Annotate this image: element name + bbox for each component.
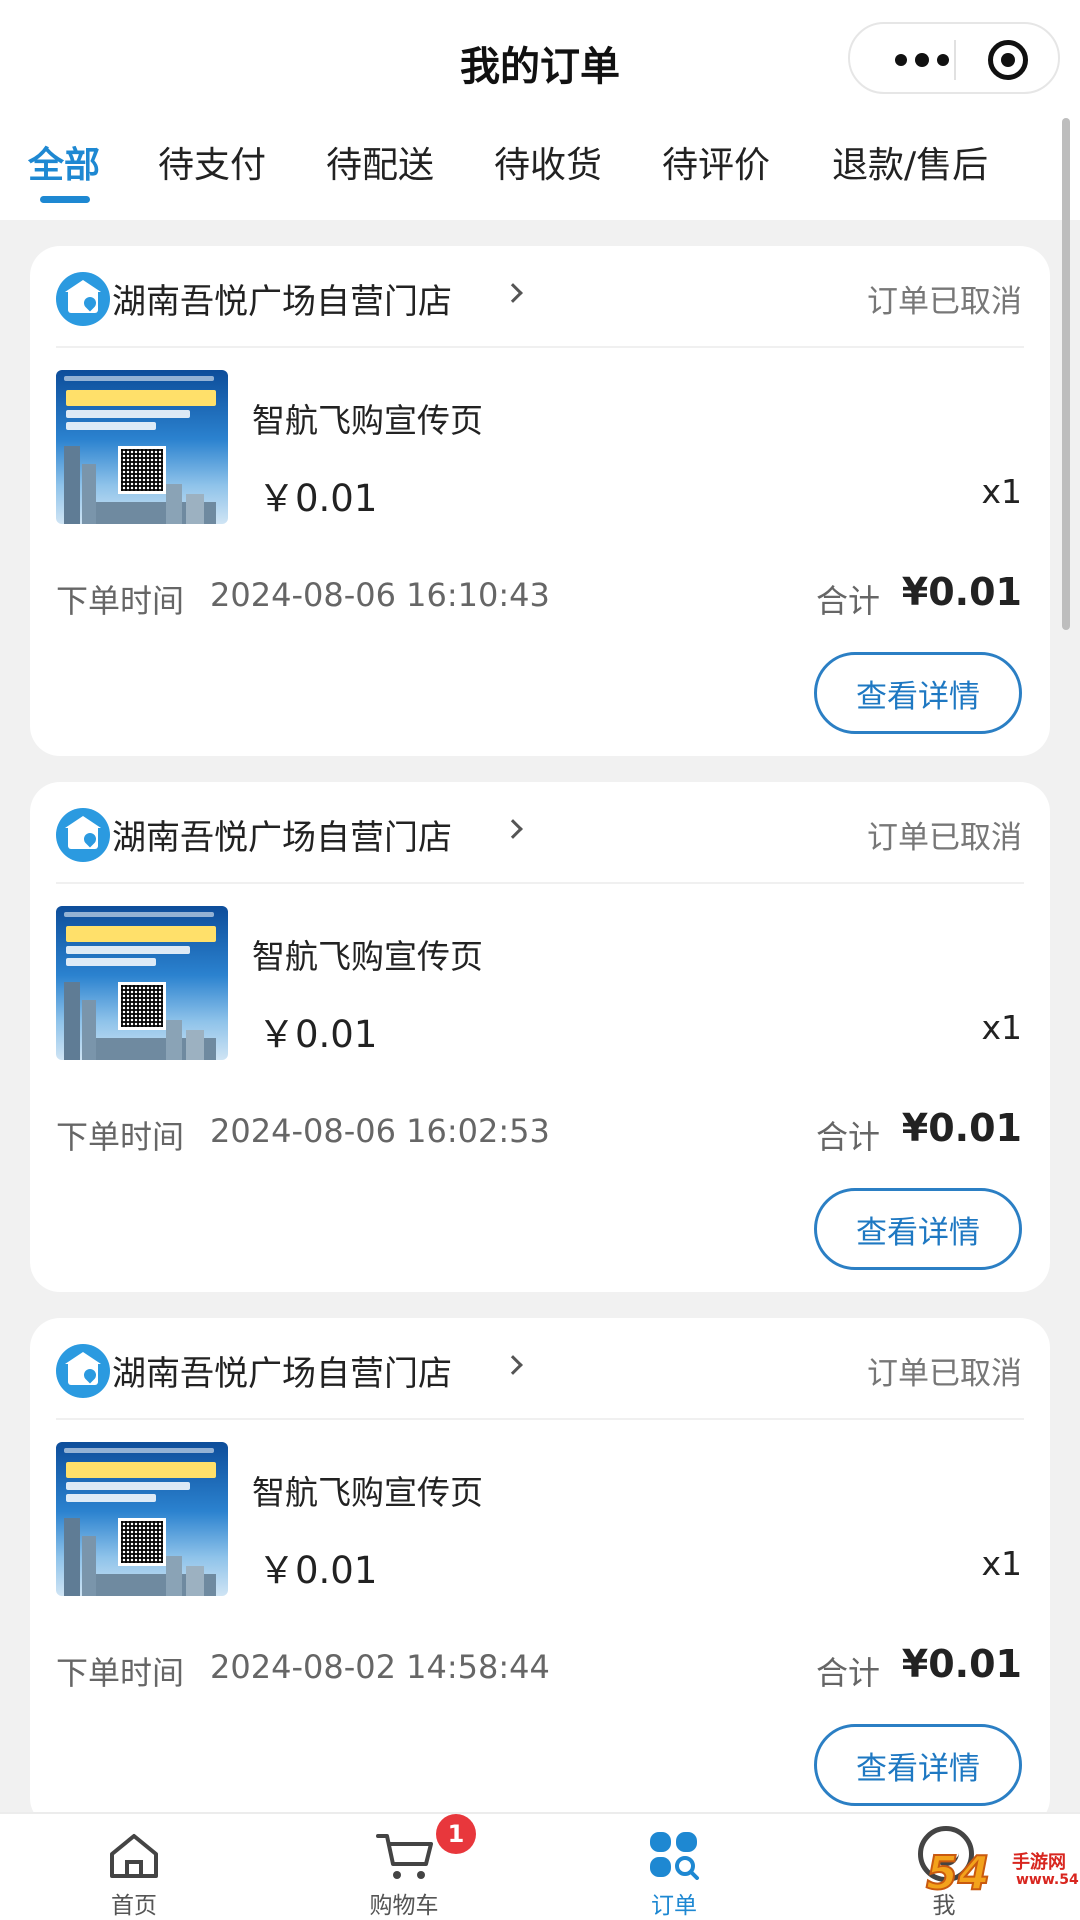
product-thumbnail[interactable] (56, 1442, 228, 1596)
total-label: 合计 (816, 1118, 881, 1156)
view-details-button[interactable]: 查看详情 (814, 1188, 1022, 1270)
chevron-right-icon[interactable] (503, 283, 523, 303)
unit-price: ￥0.01 (258, 1549, 378, 1592)
cart-count-badge: 1 (436, 1814, 476, 1854)
view-details-button[interactable]: 查看详情 (814, 1724, 1022, 1806)
bottom-nav: 首页 1 购物车 订单 我 (0, 1812, 1080, 1920)
watermark-number: 54 (925, 1845, 991, 1901)
top-bar: 我的订单 (0, 0, 1080, 118)
watermark-logo: 54 手游网 www.5413.cn (925, 1845, 1080, 1916)
scrollbar[interactable] (1062, 118, 1070, 630)
watermark-site: 手游网 (1012, 1852, 1066, 1873)
store-name-link[interactable]: 湖南吾悦广场自营门店 (112, 1346, 452, 1395)
tab-pending-review[interactable]: 待评价 (662, 136, 770, 188)
nav-label: 首页 (111, 1893, 157, 1919)
nav-label: 订单 (651, 1893, 697, 1919)
quantity: x1 (981, 472, 1022, 511)
order-time-label: 下单时间 (56, 582, 185, 620)
product-name[interactable]: 智航飞购宣传页 (252, 1466, 483, 1514)
total-amount: ¥0.01 (901, 570, 1022, 614)
home-icon (110, 1834, 158, 1878)
nav-item-orders[interactable]: 订单 (574, 1814, 774, 1920)
tab-pending-payment[interactable]: 待支付 (158, 136, 266, 188)
order-time-label: 下单时间 (56, 1118, 185, 1156)
store-icon (56, 272, 110, 326)
tab-refund-aftersale[interactable]: 退款/售后 (832, 136, 988, 188)
order-time-label: 下单时间 (56, 1654, 185, 1692)
order-status: 订单已取消 (867, 1356, 1022, 1392)
product-name[interactable]: 智航飞购宣传页 (252, 394, 483, 442)
order-time: 2024-08-06 16:10:43 (210, 576, 550, 614)
total-label: 合计 (816, 582, 881, 620)
view-details-button[interactable]: 查看详情 (814, 652, 1022, 734)
product-thumbnail[interactable] (56, 370, 228, 524)
more-dots-icon[interactable] (872, 42, 972, 78)
order-time: 2024-08-06 16:02:53 (210, 1112, 550, 1150)
nav-item-home[interactable]: 首页 (34, 1814, 234, 1920)
card-divider (56, 346, 1024, 348)
cart-icon (376, 1834, 433, 1879)
chevron-right-icon[interactable] (503, 1355, 523, 1375)
quantity: x1 (981, 1008, 1022, 1047)
total-amount: ¥0.01 (901, 1642, 1022, 1686)
watermark-url: www.5413.cn (1016, 1872, 1080, 1888)
tab-pending-delivery[interactable]: 待配送 (326, 136, 434, 188)
quantity: x1 (981, 1544, 1022, 1583)
order-card: 湖南吾悦广场自营门店 订单已取消 智航飞购宣传页 ￥0.01 x1 下单时间 2… (30, 246, 1050, 756)
order-status: 订单已取消 (867, 284, 1022, 320)
nav-label: 购物车 (369, 1893, 439, 1919)
store-icon (56, 1344, 110, 1398)
order-card: 湖南吾悦广场自营门店 订单已取消 智航飞购宣传页 ￥0.01 x1 下单时间 2… (30, 1318, 1050, 1828)
total-amount: ¥0.01 (901, 1106, 1022, 1150)
order-tabs: 全部 待支付 待配送 待收货 待评价 退款/售后 (0, 118, 1080, 220)
order-card: 湖南吾悦广场自营门店 订单已取消 智航飞购宣传页 ￥0.01 x1 下单时间 2… (30, 782, 1050, 1292)
product-thumbnail[interactable] (56, 906, 228, 1060)
tab-pending-receipt[interactable]: 待收货 (494, 136, 602, 188)
card-divider (56, 1418, 1024, 1420)
store-name-link[interactable]: 湖南吾悦广场自营门店 (112, 810, 452, 859)
total-label: 合计 (816, 1654, 881, 1692)
orders-icon (650, 1832, 699, 1880)
nav-item-cart[interactable]: 1 购物车 (304, 1814, 504, 1920)
product-name[interactable]: 智航飞购宣传页 (252, 930, 483, 978)
target-icon[interactable] (988, 40, 1028, 80)
store-icon (56, 808, 110, 862)
store-name-link[interactable]: 湖南吾悦广场自营门店 (112, 274, 452, 323)
order-status: 订单已取消 (867, 820, 1022, 856)
mini-program-capsule (848, 22, 1060, 94)
chevron-right-icon[interactable] (503, 819, 523, 839)
tab-all[interactable]: 全部 (28, 136, 100, 188)
active-tab-indicator (40, 196, 90, 203)
capsule-divider (954, 40, 956, 80)
unit-price: ￥0.01 (258, 477, 378, 520)
unit-price: ￥0.01 (258, 1013, 378, 1056)
card-divider (56, 882, 1024, 884)
order-time: 2024-08-02 14:58:44 (210, 1648, 550, 1686)
